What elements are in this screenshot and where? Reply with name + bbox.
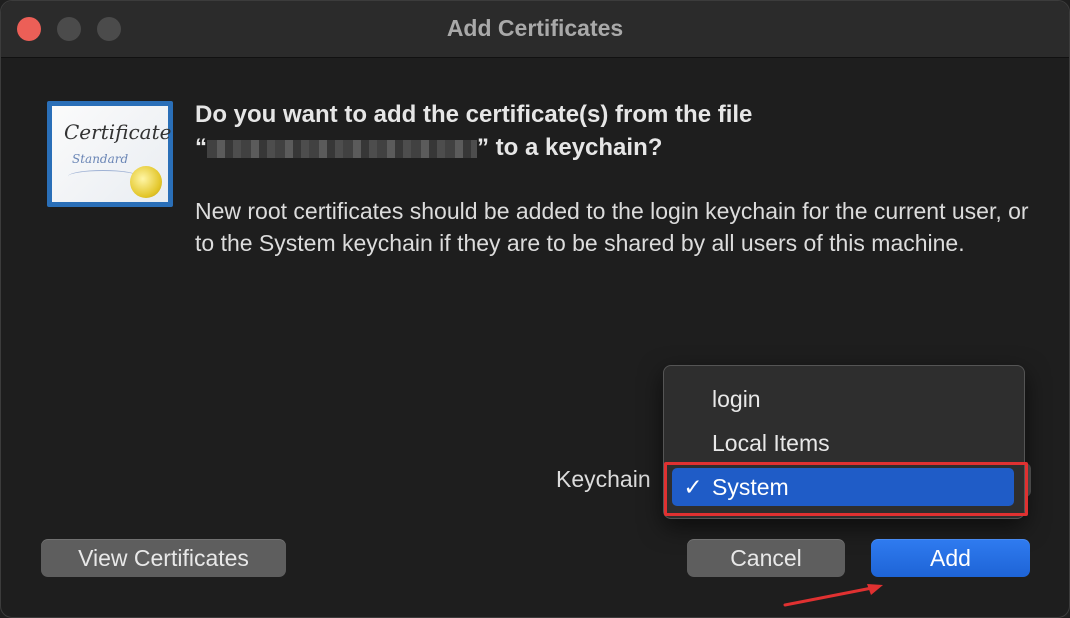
cancel-button[interactable]: Cancel <box>687 539 845 577</box>
dialog-body-text: New root certificates should be added to… <box>195 198 1029 256</box>
menu-item-local-items[interactable]: Local Items <box>672 424 1014 462</box>
certificate-icon-subword: Standard <box>72 152 129 166</box>
add-certificates-dialog: Add Certificates Certificate Standard Do… <box>0 0 1070 618</box>
certificate-swirl <box>68 170 138 183</box>
title-bar: Add Certificates <box>1 1 1069 58</box>
certificate-icon-word: Certificate <box>64 120 172 144</box>
heading-line-2: “ ” to a keychain? <box>195 131 1025 164</box>
annotation-arrow-icon <box>783 584 883 607</box>
menu-item-label: login <box>712 386 761 412</box>
menu-item-label: Local Items <box>712 430 830 456</box>
keychain-dropdown-menu: login Local Items ✓ System <box>663 365 1025 519</box>
redacted-filename <box>207 139 477 158</box>
heading-line-1: Do you want to add the certificate(s) fr… <box>195 101 753 128</box>
view-certificates-button[interactable]: View Certificates <box>41 539 286 577</box>
menu-item-login[interactable]: login <box>672 380 1014 418</box>
menu-item-label: System <box>712 474 789 500</box>
keychain-label: Keychain <box>556 466 651 492</box>
checkmark-icon: ✓ <box>683 474 703 500</box>
dialog-heading: Do you want to add the certificate(s) fr… <box>195 98 1025 164</box>
certificate-icon: Certificate Standard <box>47 101 173 207</box>
add-button[interactable]: Add <box>871 539 1030 577</box>
heading-open-quote: “ <box>195 134 207 161</box>
heading-line-2-suffix: ” to a keychain? <box>477 134 663 161</box>
certificate-seal-icon <box>130 166 162 198</box>
window-title: Add Certificates <box>446 15 624 41</box>
menu-item-system[interactable]: ✓ System <box>672 468 1014 506</box>
